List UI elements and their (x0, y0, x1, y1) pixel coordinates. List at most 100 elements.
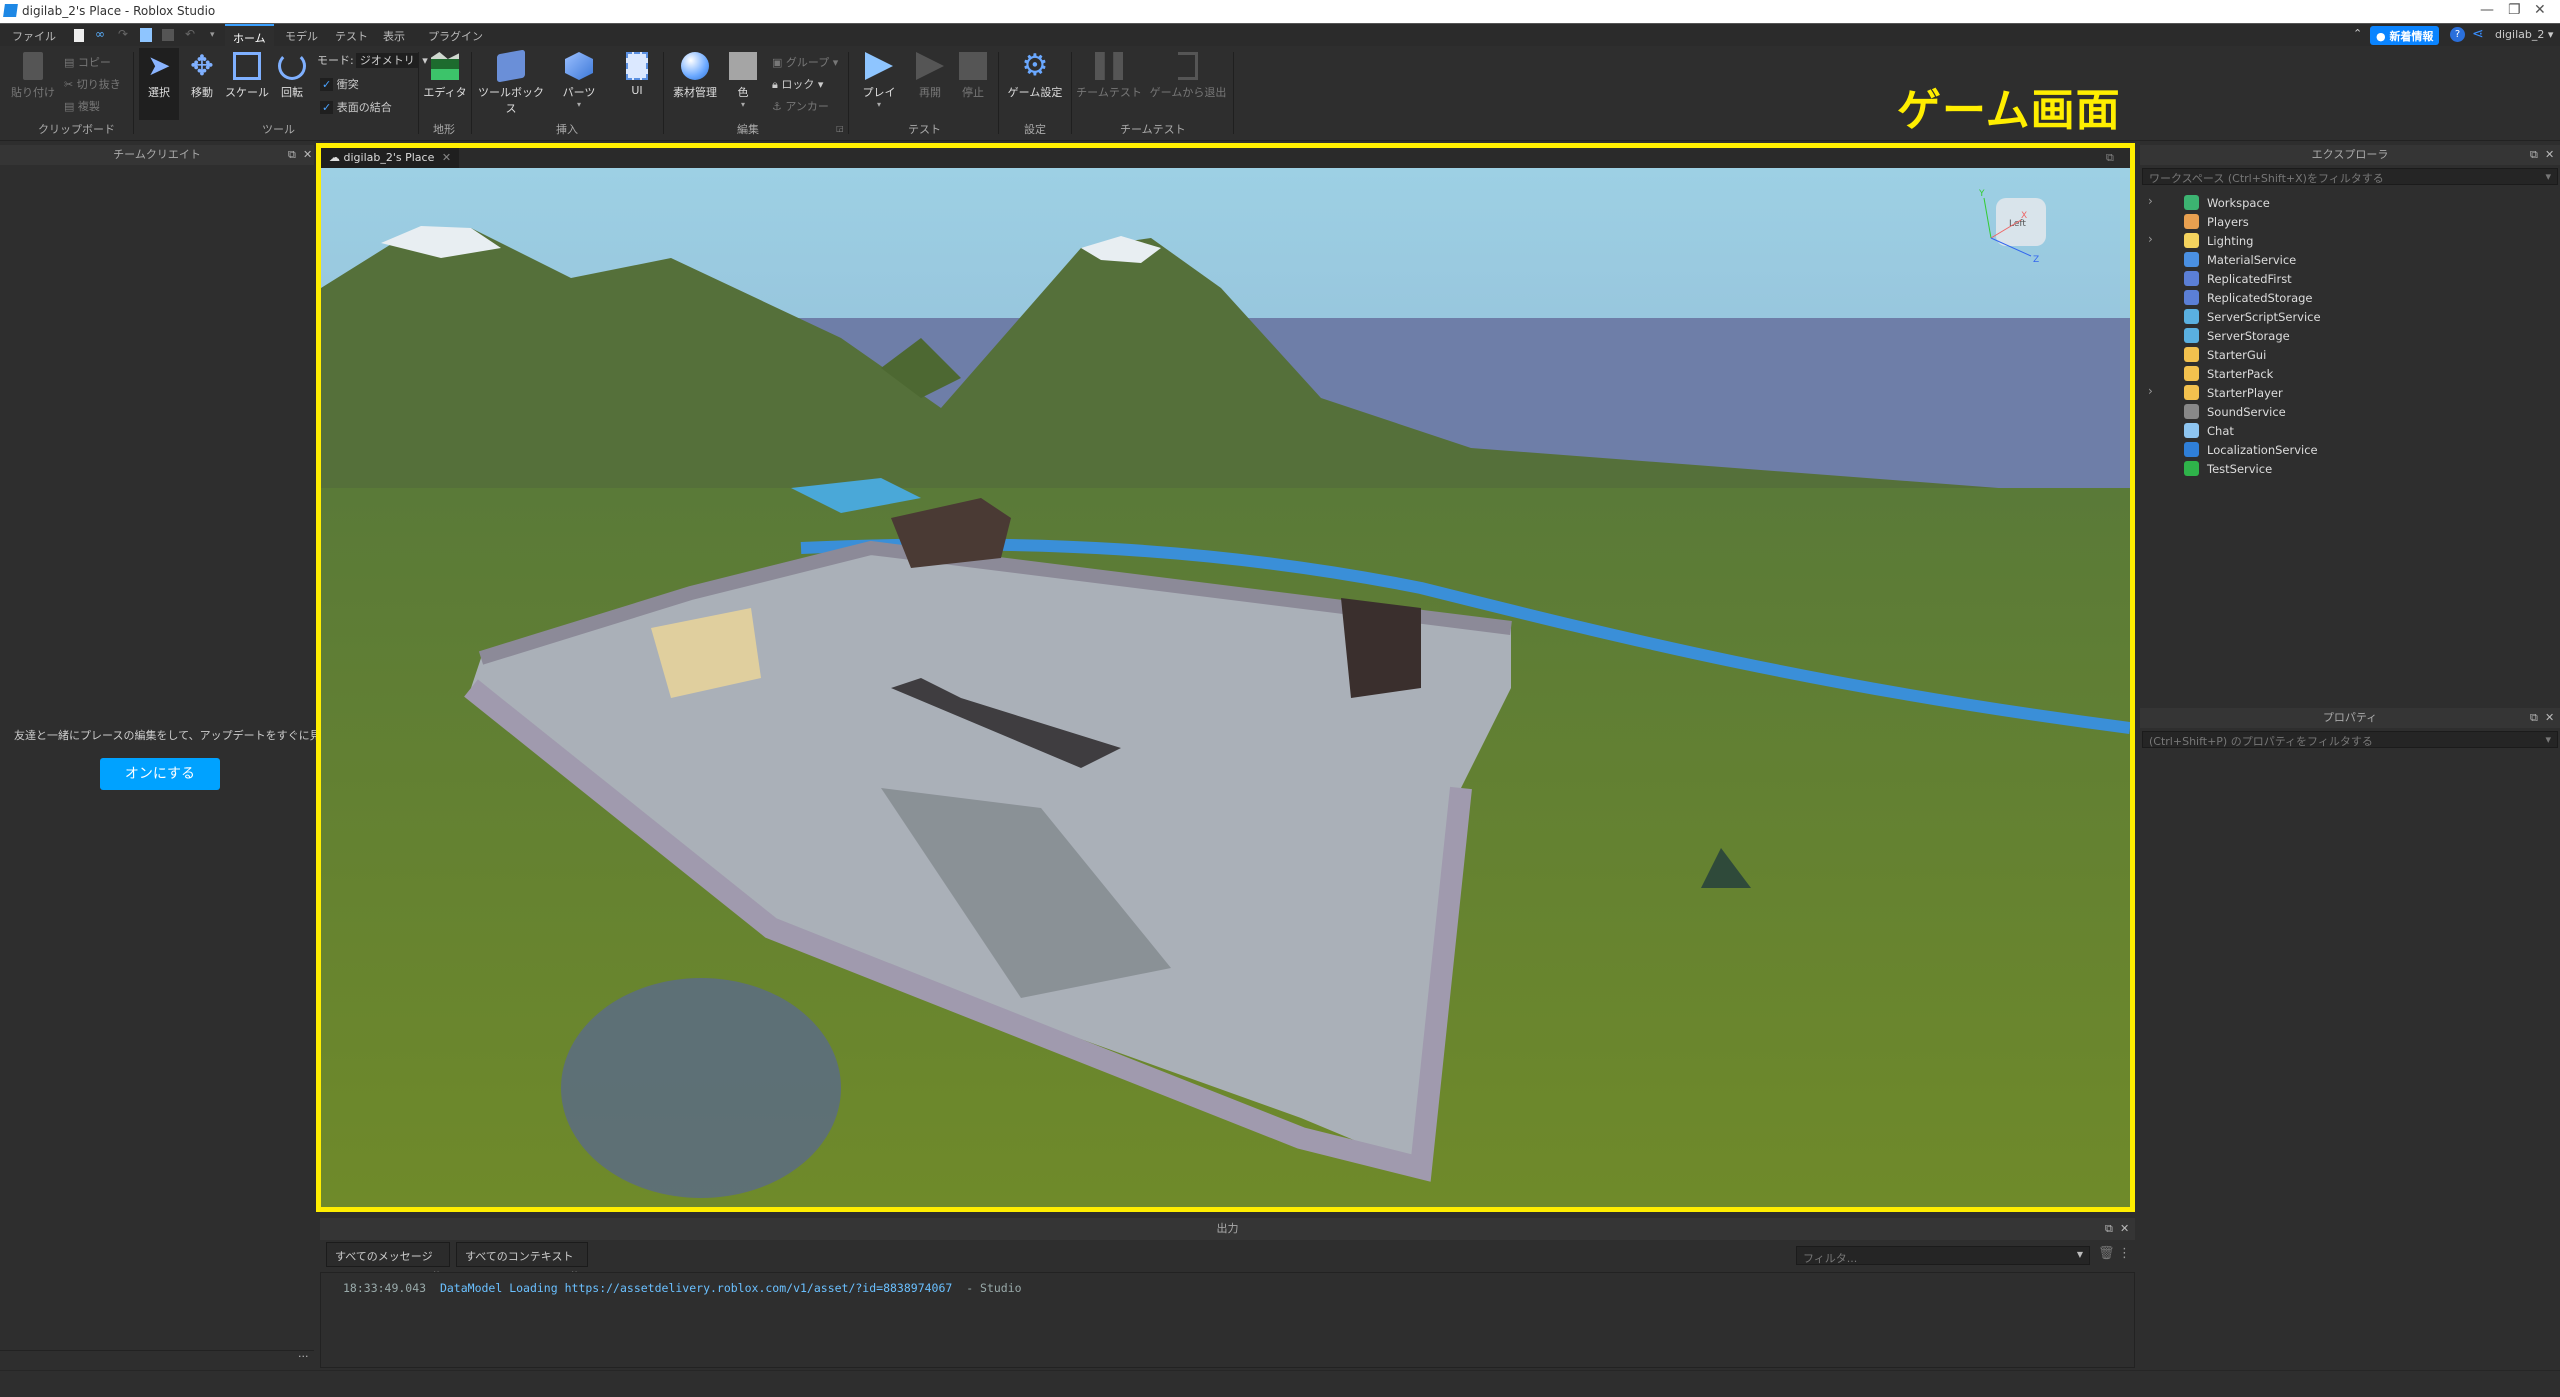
team-test-button[interactable]: チームテスト (1076, 52, 1142, 100)
color-button[interactable]: 色 ▾ (726, 52, 760, 109)
message-filter-dropdown[interactable]: すべてのメッセージ ⌄ (326, 1242, 450, 1277)
expand-edit-group-icon[interactable]: ◲ (836, 124, 844, 133)
new-file-icon[interactable] (74, 29, 84, 42)
whats-new-button[interactable]: ● 新着情報 (2370, 26, 2440, 45)
material-manager-button[interactable]: 素材管理 (668, 52, 722, 100)
context-filter-dropdown[interactable]: すべてのコンテキスト ⌄ (456, 1242, 588, 1277)
tab-place-label: digilab_2's Place (343, 151, 435, 164)
move-tool-button[interactable]: ✥ 移動 (183, 52, 221, 100)
mode-dropdown[interactable]: モード: ジオメトリ ▾ (317, 52, 428, 68)
ui-button[interactable]: UI (620, 52, 654, 97)
join-surfaces-checkbox[interactable]: ✓ 表面の結合 (320, 99, 392, 115)
explorer-panel: エクスプローラ ⧉ ✕ ワークスペース (Ctrl+Shift+X)をフィルタす… (2140, 145, 2560, 700)
play-button[interactable]: プレイ ▾ (854, 52, 904, 109)
explorer-item-lighting[interactable]: Lighting (2184, 231, 2253, 250)
explorer-filter-input[interactable]: ワークスペース (Ctrl+Shift+X)をフィルタする ▾ (2142, 168, 2558, 185)
close-panel-icon[interactable]: ✕ (2545, 148, 2554, 161)
rotate-tool-button[interactable]: 回転 (272, 52, 312, 100)
undock-icon[interactable]: ⧉ (288, 148, 296, 162)
stop-button[interactable]: 停止 (955, 52, 991, 100)
checkmark-icon: ✓ (320, 101, 334, 114)
toolbox-button[interactable]: ツールボックス (476, 49, 546, 116)
binoculars-icon[interactable]: ∞ (95, 27, 105, 41)
output-search-input[interactable]: フィルタ... ▼ (1796, 1246, 2090, 1265)
resume-button[interactable]: 再開 (912, 52, 948, 100)
x-axis-label: X (2021, 211, 2027, 221)
properties-header: プロパティ (2140, 708, 2560, 728)
log-url-link[interactable]: https://assetdelivery.roblox.com/v1/asse… (565, 1281, 953, 1295)
share-icon[interactable]: ⋖ (2472, 26, 2484, 42)
explorer-item-chat[interactable]: Chat (2184, 421, 2234, 440)
play-quick-icon[interactable] (140, 28, 152, 42)
scale-label: スケール (225, 86, 269, 99)
tab-model[interactable]: モデル (285, 28, 318, 44)
properties-filter-input[interactable]: (Ctrl+Shift+P) のプロパティをフィルタする ▾ (2142, 731, 2558, 748)
anchor-button[interactable]: ⚓︎ アンカー (772, 98, 829, 114)
close-panel-icon[interactable]: ✕ (303, 148, 312, 161)
explorer-item-serverscriptservice[interactable]: ServerScriptService (2184, 307, 2321, 326)
explorer-item-label: ReplicatedFirst (2207, 271, 2292, 286)
explorer-item-materialservice[interactable]: MaterialService (2184, 250, 2296, 269)
explorer-item-replicatedfirst[interactable]: ReplicatedFirst (2184, 269, 2292, 288)
tab-view[interactable]: 表示 (383, 28, 405, 44)
file-menu[interactable]: ファイル (12, 28, 56, 44)
collapse-ribbon-icon[interactable]: ⌃ (2353, 27, 2362, 40)
close-panel-icon[interactable]: ✕ (2545, 711, 2554, 724)
minimize-button[interactable]: — (2480, 2, 2494, 18)
stop-quick-icon[interactable] (162, 29, 174, 41)
explorer-item-label: StarterPlayer (2207, 385, 2283, 400)
more-options-icon[interactable]: ... (298, 1347, 309, 1360)
device-emulator-icon[interactable]: ⧉ (2106, 151, 2114, 165)
close-panel-icon[interactable]: ✕ (2120, 1222, 2129, 1235)
explorer-item-serverstorage[interactable]: ServerStorage (2184, 326, 2290, 345)
help-icon[interactable]: ? (2450, 27, 2465, 42)
undock-icon[interactable]: ⧉ (2530, 711, 2538, 725)
undock-icon[interactable]: ⧉ (2530, 148, 2538, 162)
copy-button[interactable]: ▤ コピー (64, 54, 111, 70)
paste-button[interactable]: 貼り付け (8, 52, 58, 100)
folder-player-icon (2184, 385, 2199, 400)
customize-quick-access-icon[interactable]: ▾ (210, 30, 215, 40)
tab-home[interactable]: ホーム (225, 24, 274, 47)
explorer-item-soundservice[interactable]: SoundService (2184, 402, 2286, 421)
explorer-item-starterpack[interactable]: StarterPack (2184, 364, 2273, 383)
explorer-item-startergui[interactable]: StarterGui (2184, 345, 2266, 364)
expand-chevron-icon[interactable]: › (2148, 232, 2153, 246)
lock-button[interactable]: 🔒︎ ロック ▾ (772, 76, 823, 92)
explorer-item-workspace[interactable]: Workspace (2184, 193, 2270, 212)
expand-chevron-icon[interactable]: › (2148, 384, 2153, 398)
exit-game-button[interactable]: ゲームから退出 (1146, 52, 1230, 100)
user-menu[interactable]: digilab_2 ▾ (2495, 28, 2553, 41)
color-label: 色 (737, 86, 749, 99)
tab-place[interactable]: ☁ digilab_2's Place ✕ (321, 148, 460, 168)
3d-scene[interactable]: Left X Y Z (321, 168, 2130, 1207)
close-window-button[interactable]: ✕ (2534, 2, 2546, 18)
tab-plugins[interactable]: プラグイン (428, 28, 483, 44)
expand-chevron-icon[interactable]: › (2148, 194, 2153, 208)
collisions-checkbox[interactable]: ✓ 衝突 (320, 76, 359, 92)
turn-on-button[interactable]: オンにする (100, 758, 220, 790)
explorer-item-localizationservice[interactable]: LocalizationService (2184, 440, 2318, 459)
clear-output-trash-icon[interactable]: 🗑︎ (2098, 1246, 2115, 1261)
explorer-item-starterplayer[interactable]: StarterPlayer (2184, 383, 2283, 402)
output-more-options-icon[interactable]: ⋮ (2118, 1246, 2131, 1261)
tab-test[interactable]: テスト (335, 28, 368, 44)
redo-icon[interactable]: ↷ (118, 27, 128, 41)
explorer-item-replicatedstorage[interactable]: ReplicatedStorage (2184, 288, 2313, 307)
close-tab-icon[interactable]: ✕ (442, 151, 451, 164)
globe-icon (2184, 195, 2199, 210)
explorer-item-players[interactable]: Players (2184, 212, 2249, 231)
group-button[interactable]: ▣ グループ ▾ (772, 54, 838, 70)
cut-button[interactable]: ✂ 切り抜き (64, 76, 121, 92)
maximize-icon[interactable]: ❐ (2508, 2, 2521, 18)
explorer-item-label: Workspace (2207, 195, 2270, 210)
undo-icon[interactable]: ↶ (185, 27, 195, 41)
duplicate-button[interactable]: ▤ 複製 (64, 98, 100, 114)
undock-icon[interactable]: ⧉ (2105, 1222, 2113, 1236)
part-button[interactable]: パーツ ▾ (555, 52, 603, 109)
select-tool-button[interactable]: ➤ 選択 (139, 48, 179, 120)
game-settings-button[interactable]: ⚙ ゲーム設定 (1002, 51, 1068, 100)
scale-tool-button[interactable]: スケール (224, 52, 270, 100)
terrain-editor-button[interactable]: エディタ (422, 52, 468, 100)
explorer-item-testservice[interactable]: TestService (2184, 459, 2272, 478)
